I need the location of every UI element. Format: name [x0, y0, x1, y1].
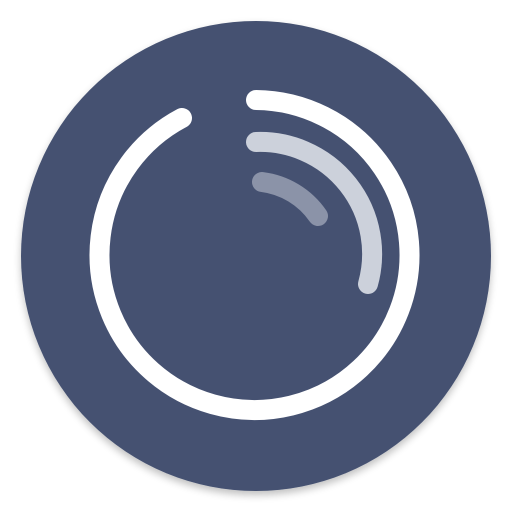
loading-ring-icon — [21, 21, 491, 491]
app-icon-canvas — [0, 0, 512, 512]
